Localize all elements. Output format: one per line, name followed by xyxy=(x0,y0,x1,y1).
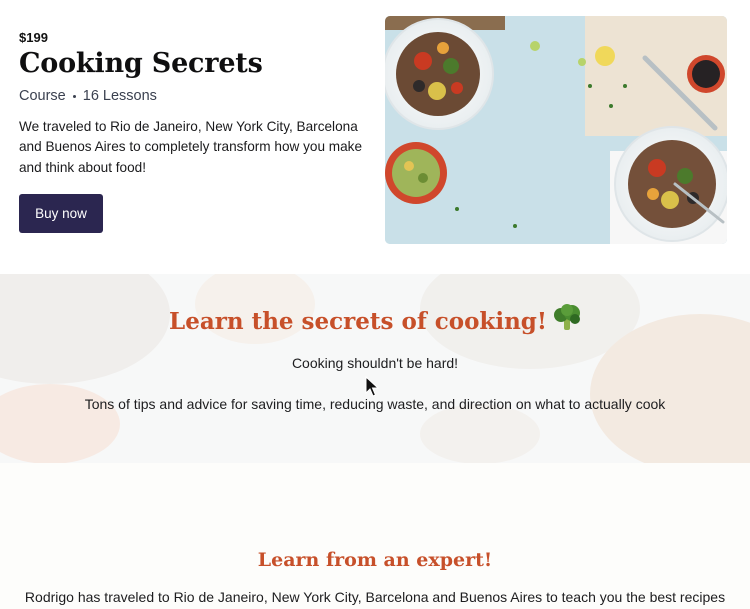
food-photo xyxy=(385,16,727,244)
expert-heading: Learn from an expert! xyxy=(257,549,493,571)
course-type: Course xyxy=(19,88,66,104)
course-price: $199 xyxy=(19,30,48,45)
expert-section: Learn from an expert! Rodrigo has travel… xyxy=(0,463,750,609)
secrets-heading: Learn the secrets of cooking! xyxy=(0,304,750,336)
secrets-heading-text: Learn the secrets of cooking! xyxy=(169,308,547,335)
course-title: Cooking Secrets xyxy=(19,48,263,79)
separator-dot xyxy=(72,94,76,98)
secrets-section: Learn the secrets of cooking! Cooking sh… xyxy=(0,274,750,463)
course-description: We traveled to Rio de Janeiro, New York … xyxy=(19,119,363,175)
expert-text: Rodrigo has traveled to Rio de Janeiro, … xyxy=(24,589,726,605)
mouse-cursor-icon xyxy=(365,375,380,403)
broccoli-icon xyxy=(553,304,581,336)
lesson-count: 16 Lessons xyxy=(82,88,157,104)
course-hero: $199 Cooking Secrets Course 16 Lessons W… xyxy=(0,0,750,274)
buy-now-button[interactable]: Buy now xyxy=(19,194,103,233)
secrets-subheading: Cooking shouldn't be hard! xyxy=(291,355,459,371)
course-meta: Course 16 Lessons xyxy=(19,88,157,104)
